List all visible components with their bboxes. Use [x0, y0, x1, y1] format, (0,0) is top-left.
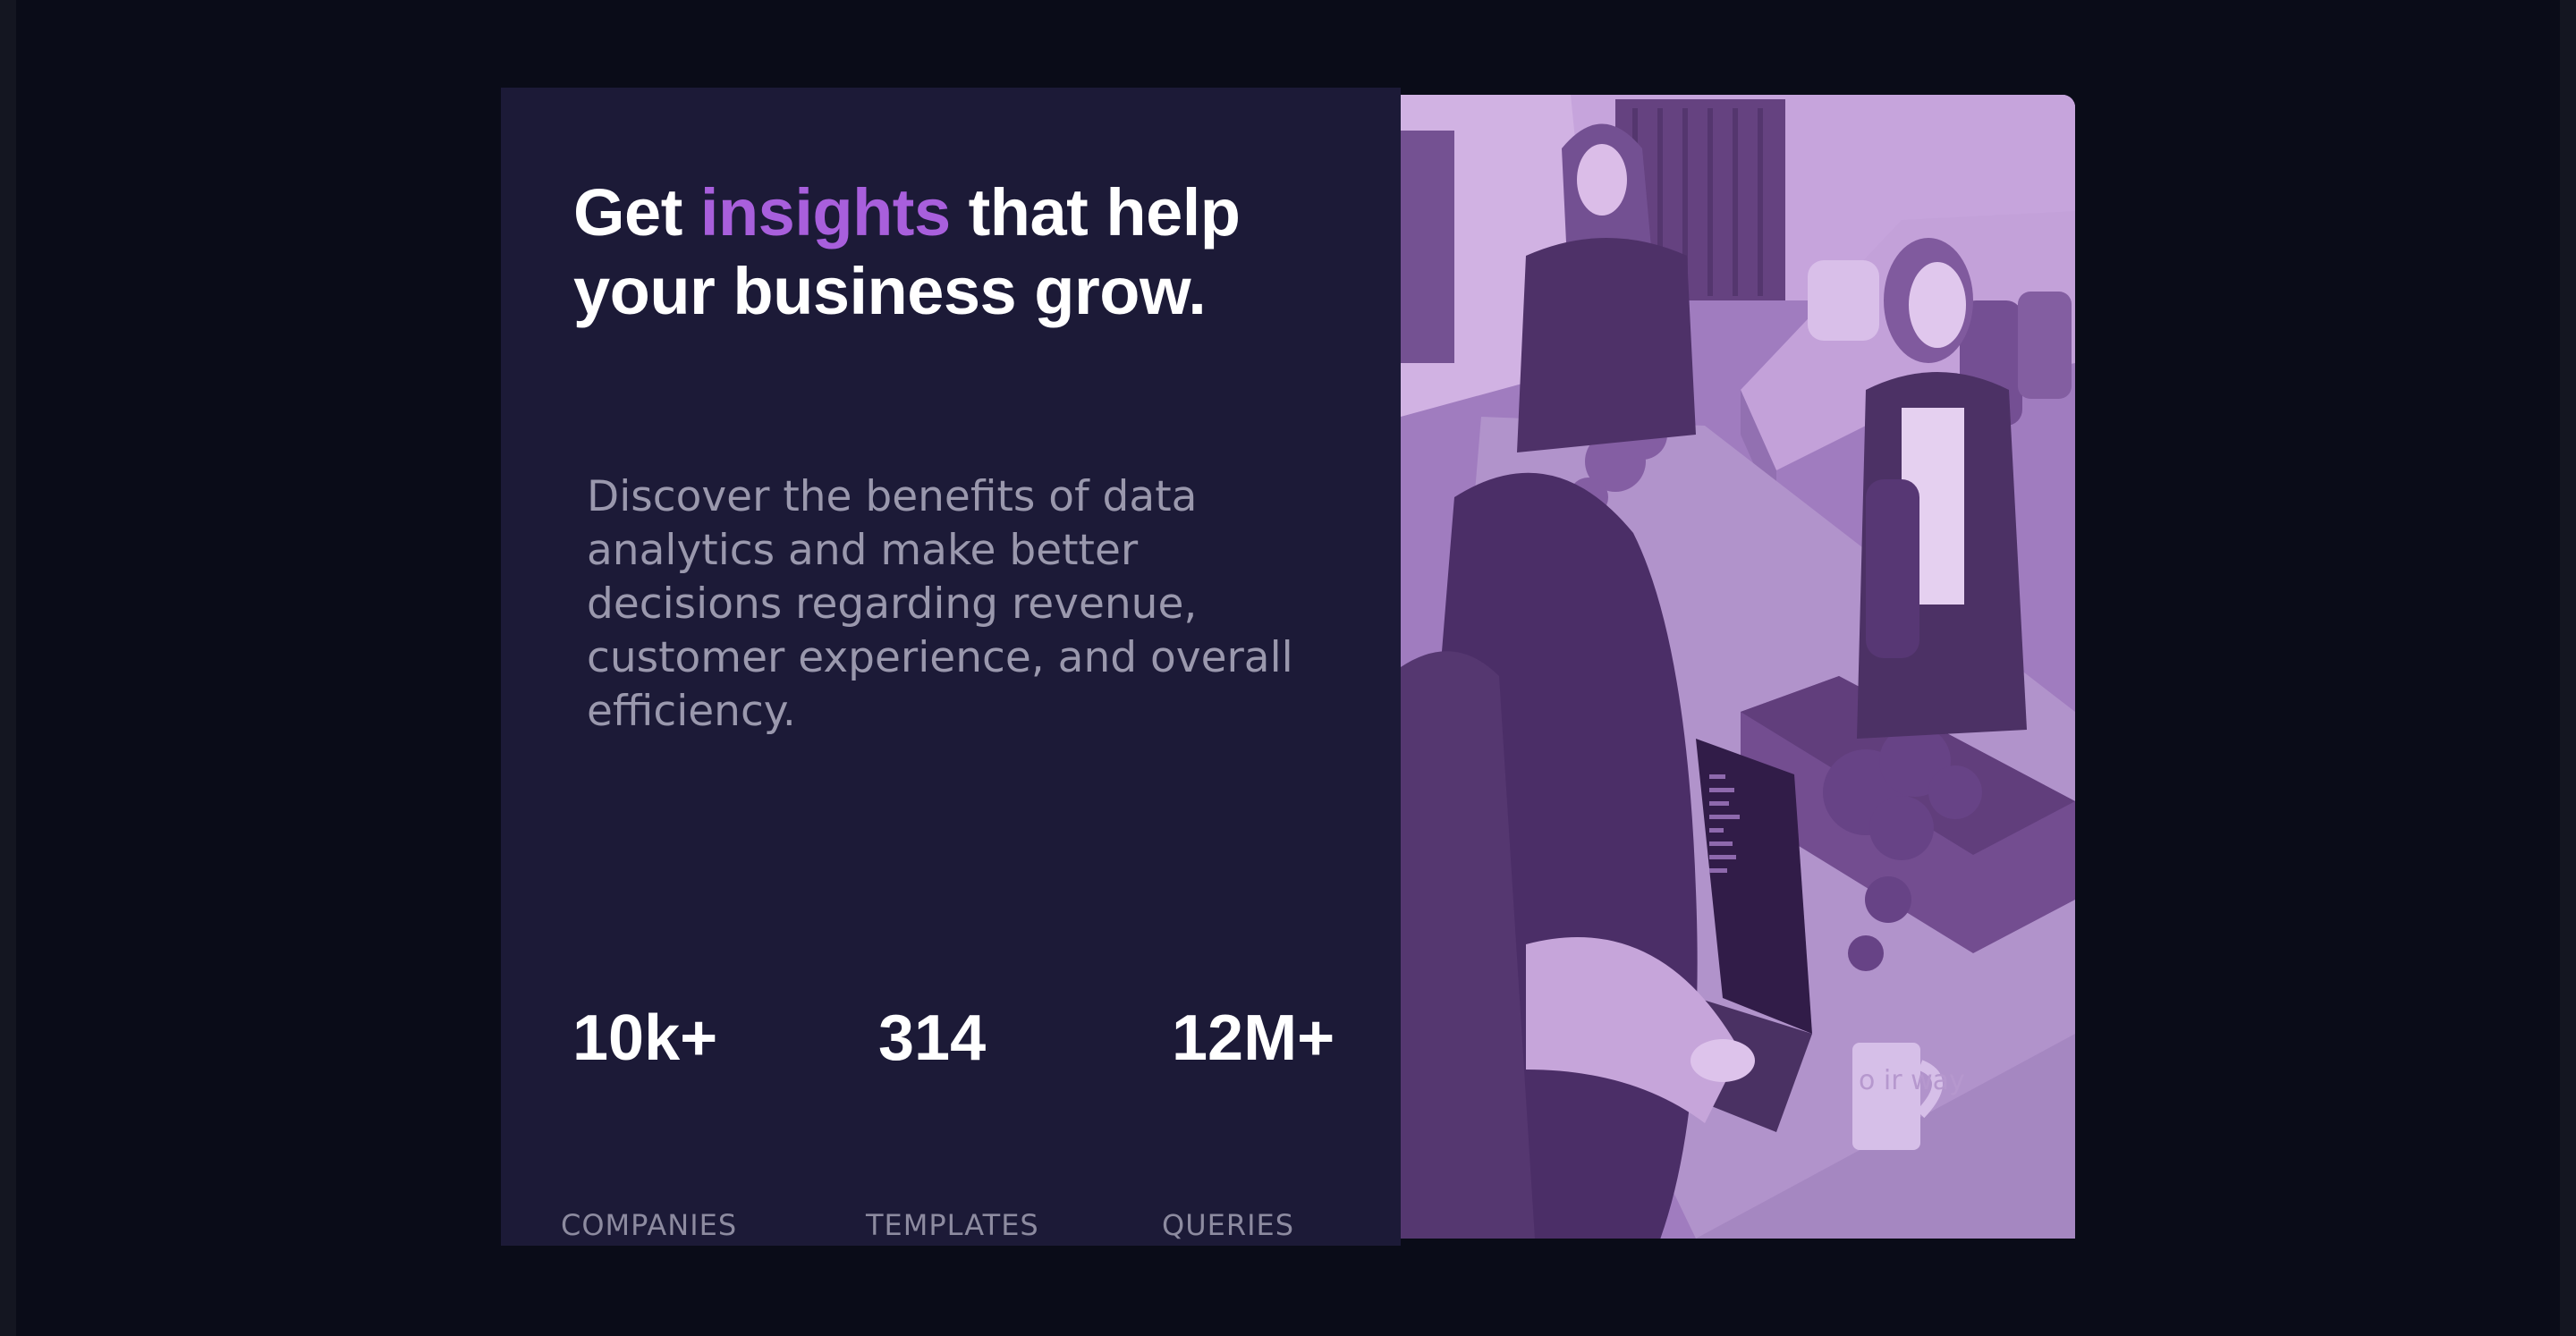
stat-companies-value: 10k+: [572, 1002, 718, 1074]
window-edge-right: [2560, 0, 2576, 1336]
stat-companies-label: COMPANIES: [561, 1208, 738, 1242]
stat-queries-value: 12M+: [1172, 1002, 1335, 1074]
hero-card: Get insights that help your business gro…: [501, 88, 1401, 1246]
stat-templates-value: 314: [878, 1002, 987, 1074]
photo-tint: [1401, 95, 2075, 1239]
hero-description: Discover the benefits of data analytics …: [587, 472, 1293, 736]
hero-title: Get insights that help your business gro…: [573, 173, 1360, 331]
title-prefix: Get: [573, 175, 700, 249]
stat-queries-label: QUERIES: [1162, 1208, 1295, 1242]
window-edge-left: [0, 0, 16, 1336]
stat-templates-label: TEMPLATES: [866, 1208, 1039, 1242]
team-photo: o ir way: [1401, 95, 2075, 1239]
title-accent: insights: [699, 175, 951, 249]
